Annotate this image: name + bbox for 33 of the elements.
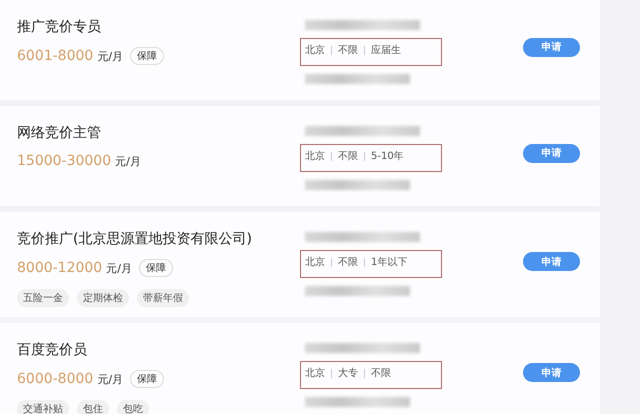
perk-tag: 交通补贴 <box>17 400 69 414</box>
requirement-text: 不限 <box>338 150 358 163</box>
salary-unit: 元/月 <box>97 372 124 386</box>
requirement-text: 5-10年 <box>371 150 404 163</box>
requirement-text: 应届生 <box>371 44 401 57</box>
salary: 6001-8000 <box>17 48 94 64</box>
salary-unit: 元/月 <box>106 260 132 276</box>
perk-tag: 包吃 <box>117 400 149 414</box>
guarantee-badge: 保障 <box>138 259 173 277</box>
requirement-text: 北京 <box>305 44 325 57</box>
perk-tag: 带薪年假 <box>137 289 189 307</box>
requirement-text: 1年以下 <box>371 256 408 269</box>
perk-tag: 定期体检 <box>77 289 129 307</box>
salary-unit: 元/月 <box>115 154 141 168</box>
job-title[interactable]: 推广竞价专员 <box>17 17 300 37</box>
requirement-text: 不限 <box>371 367 391 380</box>
requirement-text: 北京 <box>305 256 325 269</box>
guarantee-badge: 保障 <box>130 47 164 65</box>
salary-unit: 元/月 <box>97 48 124 64</box>
salary: 15000-30000 <box>17 153 112 169</box>
requirement-text: 不限 <box>338 44 358 57</box>
salary: 8000-12000 <box>17 260 102 276</box>
perk-tag: 包住 <box>77 400 109 414</box>
job-title[interactable]: 网络竞价主管 <box>17 123 300 143</box>
requirement-text: 大专 <box>338 366 358 380</box>
salary: 6000-8000 <box>17 371 94 387</box>
requirement-text: 北京 <box>305 366 325 380</box>
perk-tag: 五险一金 <box>17 289 69 307</box>
guarantee-badge: 保障 <box>130 370 164 388</box>
requirement-text: 北京 <box>305 150 325 163</box>
job-title[interactable]: 百度竞价员 <box>17 340 300 360</box>
job-title[interactable]: 竞价推广(北京思源置地投资有限公司) <box>17 229 300 249</box>
requirement-text: 不限 <box>338 256 358 269</box>
